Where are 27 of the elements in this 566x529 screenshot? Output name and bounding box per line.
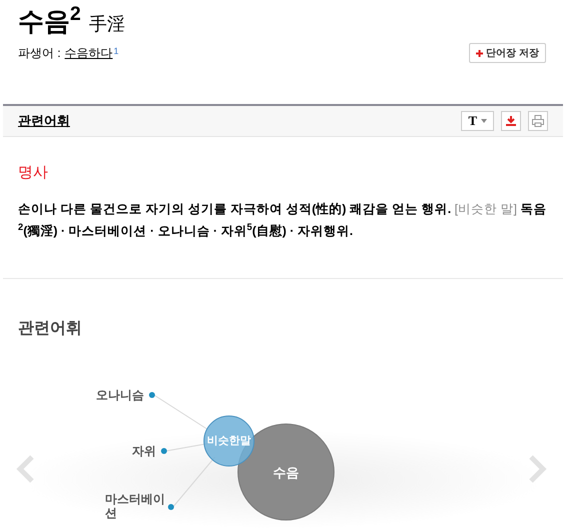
hanja: 手淫 bbox=[88, 13, 125, 36]
part-of-speech: 명사 bbox=[18, 163, 49, 183]
derivative-link[interactable]: 수음하다 bbox=[64, 44, 113, 62]
center-word-label: 수음 bbox=[272, 464, 300, 482]
download-button[interactable] bbox=[501, 111, 521, 131]
section-title[interactable]: 관련어휘 bbox=[18, 111, 70, 131]
print-button[interactable] bbox=[528, 111, 548, 131]
related-word-link[interactable]: 마스터베이션 bbox=[105, 492, 167, 520]
related-word-link[interactable]: 자위 bbox=[76, 442, 156, 460]
headword: 수음$^{2}$ bbox=[18, 4, 81, 38]
node-dot bbox=[149, 392, 155, 398]
font-size-button[interactable]: T bbox=[461, 111, 494, 131]
homonym-number: 1 bbox=[114, 46, 119, 56]
derivative-label: 파생어 : bbox=[18, 45, 61, 62]
connector-line bbox=[154, 394, 208, 430]
definition-text: 손이나 다른 물건으로 자기의 성기를 자극하여 성적(性的) 쾌감을 얻는 행위. [비슷한 말] 독음$^{2}$(獨淫) · 마스터베이션 · 오나니슴 · 자위$^{5}$(自慰) · 자위행위. bbox=[18, 201, 548, 240]
download-icon bbox=[506, 116, 516, 126]
node-dot bbox=[168, 504, 174, 510]
synonym-hub-circle[interactable] bbox=[204, 416, 254, 466]
related-word-link[interactable]: 오나니슴 bbox=[64, 386, 144, 404]
hub-label: 비슷한말 bbox=[206, 434, 252, 449]
related-heading: 관련어휘 bbox=[17, 319, 83, 339]
plus-icon bbox=[476, 50, 484, 56]
caret-icon bbox=[481, 119, 487, 123]
save-word-button[interactable]: 단어장 저장 bbox=[469, 43, 546, 63]
print-icon bbox=[532, 115, 544, 127]
node-dot bbox=[161, 448, 167, 454]
